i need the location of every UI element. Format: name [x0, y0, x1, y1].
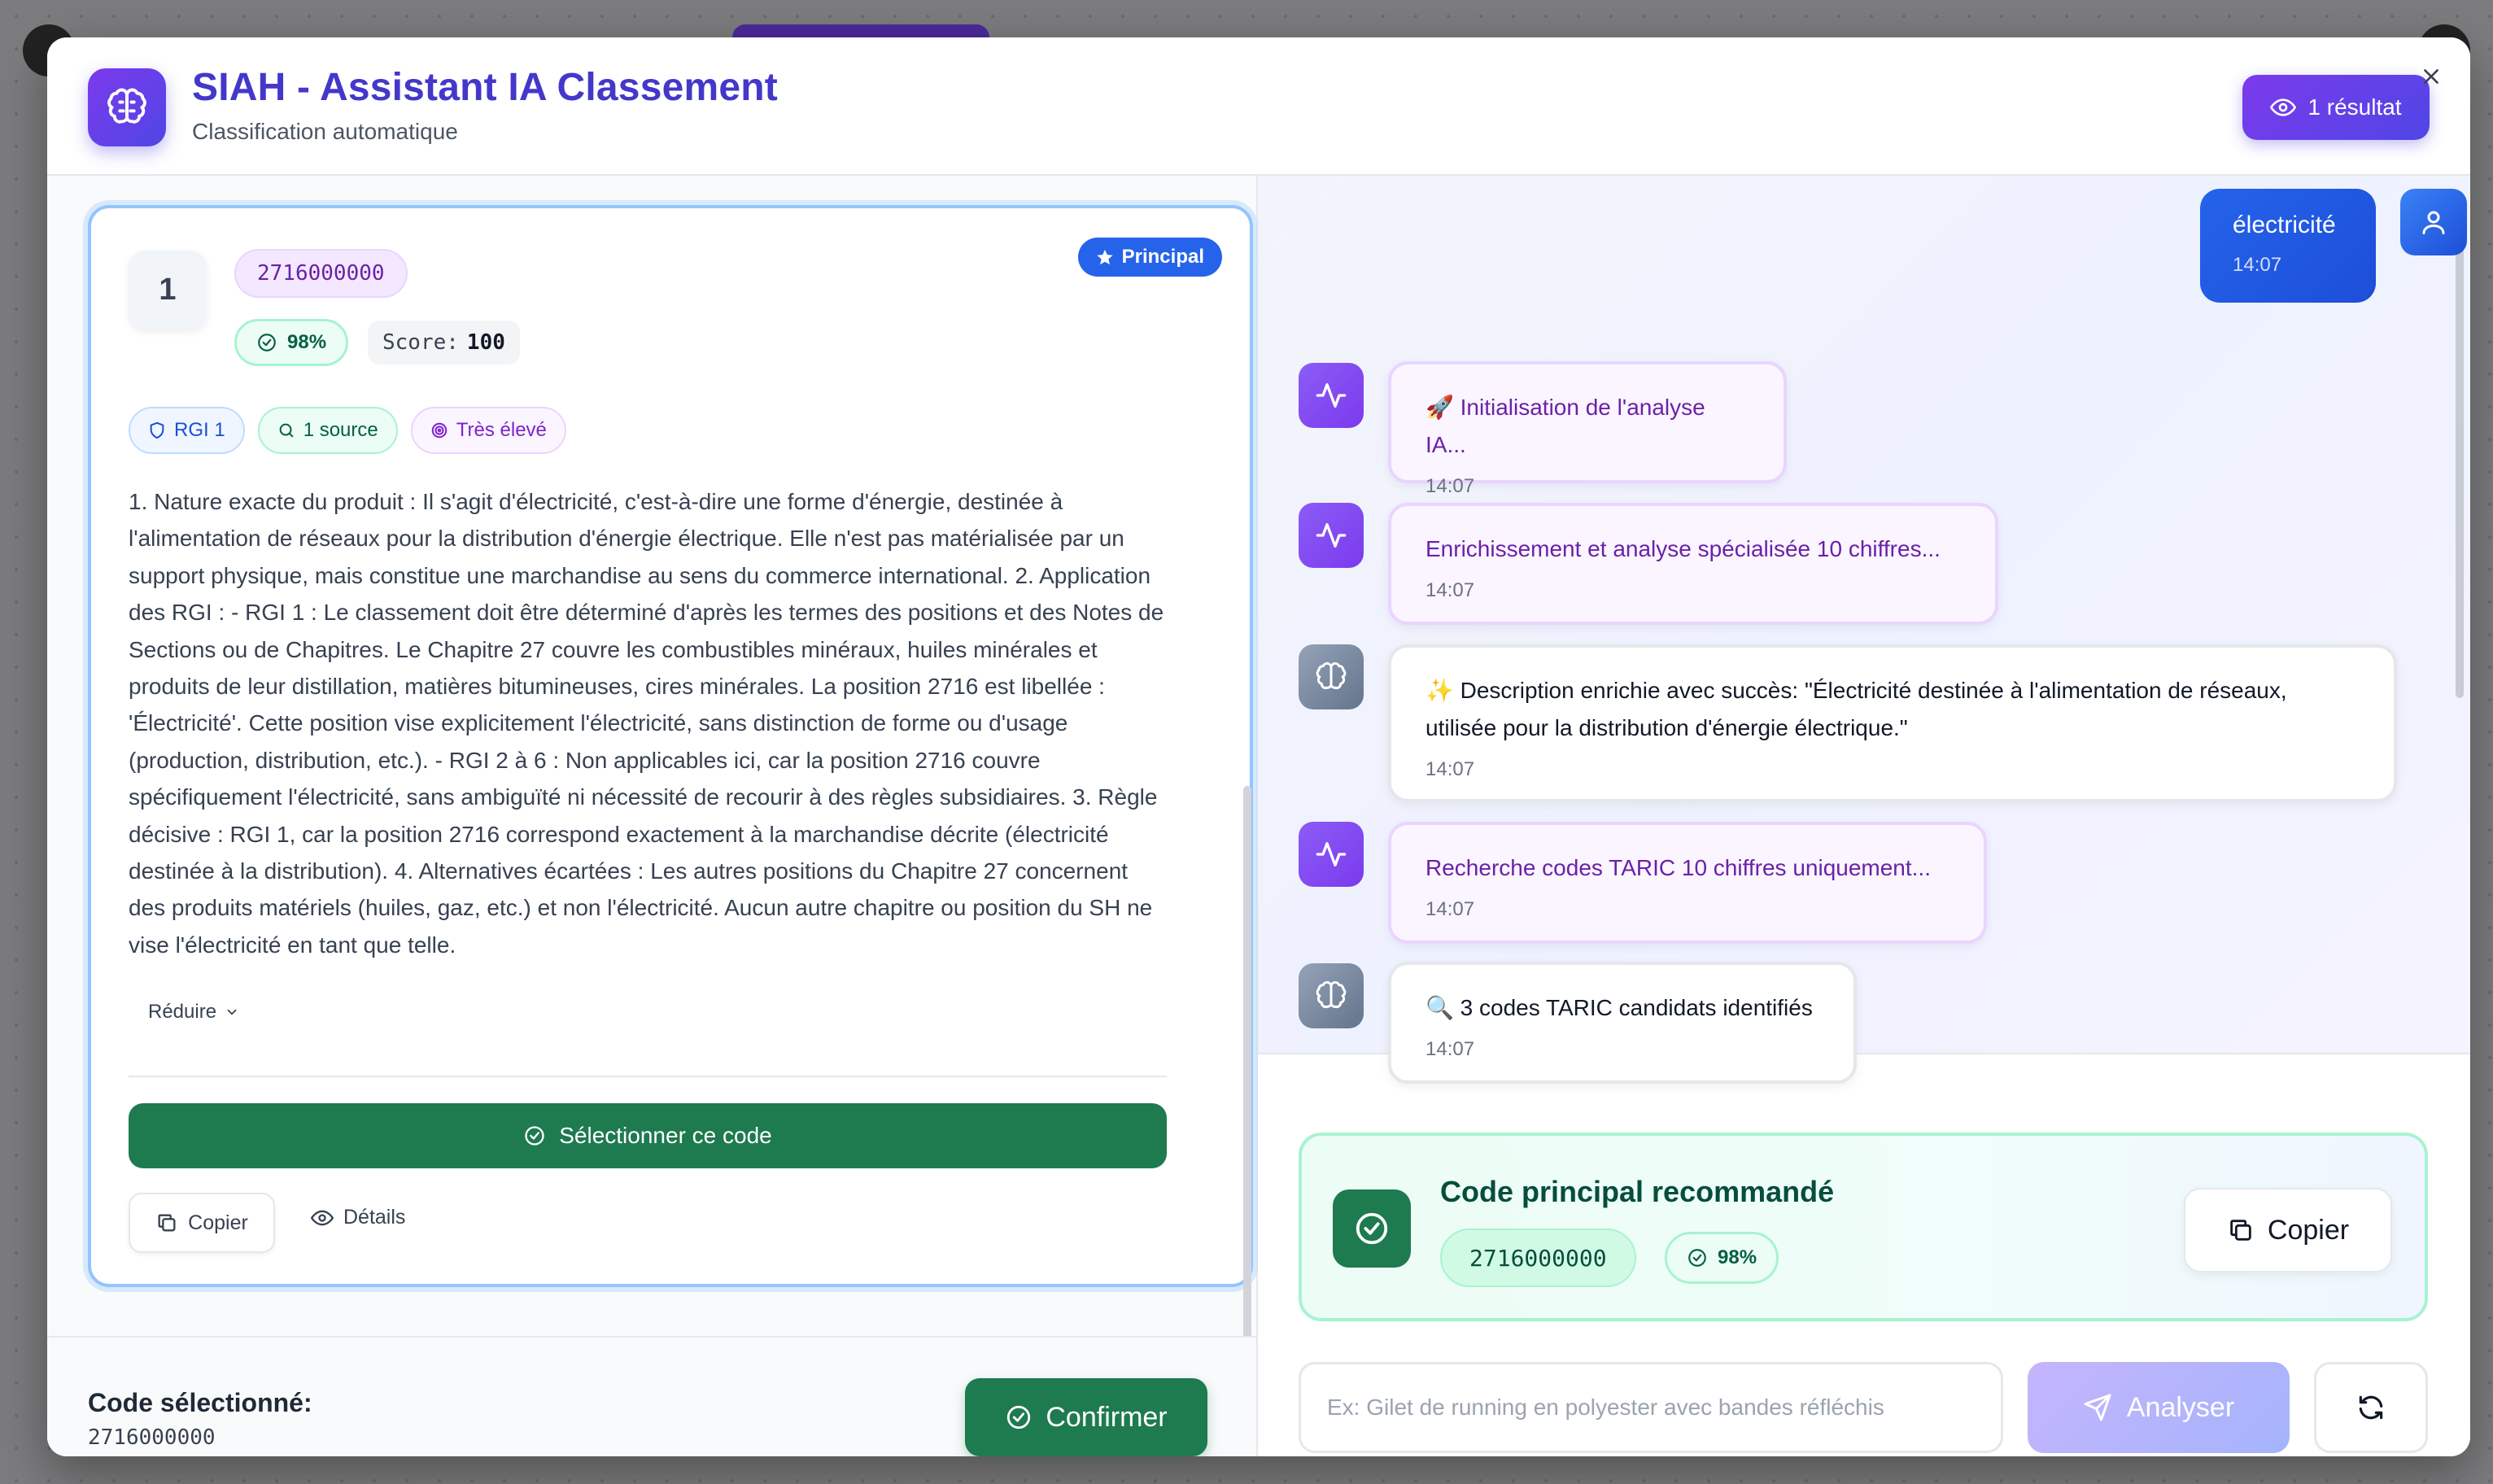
- refresh-icon: [2355, 1392, 2386, 1423]
- score-badge: Score: 100: [368, 321, 520, 364]
- recommendation-confidence-value: 98%: [1718, 1246, 1757, 1268]
- analyze-label: Analyser: [2126, 1391, 2235, 1423]
- activity-icon: [1299, 363, 1364, 428]
- copy-recommended-label: Copier: [2267, 1214, 2350, 1246]
- select-code-button[interactable]: Sélectionner ce code: [129, 1103, 1167, 1168]
- recommended-code: 2716000000: [1440, 1229, 1636, 1287]
- chat-message: 🔍 3 codes TARIC candidats identifiés 14:…: [1388, 962, 1857, 1084]
- confirm-label: Confirmer: [1046, 1401, 1168, 1433]
- target-icon: [430, 421, 448, 439]
- select-code-label: Sélectionner ce code: [559, 1123, 772, 1148]
- chevron-down-icon: [225, 1005, 239, 1019]
- chat-history: électricité 14:07 🚀 Initialisation de l'…: [1258, 176, 2470, 1084]
- check-circle-icon: [523, 1124, 546, 1147]
- check-circle-icon: [1333, 1189, 1411, 1268]
- classification-modal: SIAH - Assistant IA Classement Classific…: [47, 37, 2470, 1456]
- refresh-button[interactable]: [2314, 1362, 2428, 1453]
- chat-panel: électricité 14:07 🚀 Initialisation de l'…: [1258, 176, 2470, 1456]
- search-icon: [277, 421, 295, 439]
- user-message-text: électricité: [2233, 212, 2336, 238]
- modal-header: SIAH - Assistant IA Classement Classific…: [47, 37, 2470, 176]
- results-panel: 1 2716000000 98% Score: 100 Principal RG…: [47, 176, 1258, 1456]
- confidence-value: 98%: [287, 331, 327, 353]
- copy-icon: [155, 1211, 178, 1234]
- tag-list: RGI 1 1 source Très élevé: [129, 407, 566, 454]
- rgi-tag: RGI 1: [129, 407, 245, 454]
- chat-message-time: 14:07: [1426, 475, 1475, 497]
- chat-message-text: Recherche codes TARIC 10 chiffres unique…: [1426, 855, 1931, 880]
- check-circle-icon: [256, 332, 277, 353]
- product-description-input[interactable]: [1299, 1362, 2003, 1453]
- chat-message-time: 14:07: [1426, 1038, 1475, 1060]
- confirm-button[interactable]: Confirmer: [965, 1378, 1207, 1456]
- level-tag: Très élevé: [410, 407, 566, 454]
- card-divider: [129, 1076, 1167, 1077]
- chat-message: Enrichissement et analyse spécialisée 10…: [1388, 503, 1998, 625]
- principal-badge: Principal: [1077, 238, 1222, 277]
- principal-label: Principal: [1121, 246, 1204, 268]
- result-code: 2716000000: [234, 249, 408, 298]
- recommendation-box: Code principal recommandé 2716000000 98%…: [1299, 1133, 2428, 1321]
- star-icon: [1096, 248, 1114, 266]
- modal-title: SIAH - Assistant IA Classement: [192, 66, 778, 109]
- brain-icon: [1299, 644, 1364, 709]
- copy-recommended-button[interactable]: Copier: [2184, 1188, 2392, 1272]
- details-label: Détails: [343, 1206, 406, 1229]
- eye-icon: [311, 1207, 334, 1229]
- source-tag: 1 source: [257, 407, 398, 454]
- check-circle-icon: [1687, 1247, 1708, 1268]
- chat-message-text: 🔍 3 codes TARIC candidats identifiés: [1426, 995, 1813, 1020]
- score-label: Score:: [382, 330, 459, 355]
- send-icon: [2083, 1393, 2112, 1422]
- copy-label: Copier: [188, 1211, 248, 1234]
- check-circle-icon: [1005, 1403, 1033, 1431]
- chat-message-text: 🚀 Initialisation de l'analyse IA...: [1426, 395, 1705, 457]
- results-button[interactable]: 1 résultat: [2242, 75, 2430, 140]
- score-value: 100: [466, 330, 505, 355]
- modal-subtitle: Classification automatique: [192, 119, 458, 144]
- chat-message-text: ✨ Description enrichie avec succès: "Éle…: [1426, 678, 2287, 740]
- recommendation-confidence: 98%: [1665, 1232, 1779, 1284]
- details-button[interactable]: Détails: [311, 1206, 405, 1229]
- left-scrollbar[interactable]: [1243, 786, 1251, 1429]
- result-rank: 1: [129, 251, 207, 329]
- result-card[interactable]: 1 2716000000 98% Score: 100 Principal RG…: [88, 205, 1253, 1287]
- copy-button[interactable]: Copier: [129, 1193, 275, 1253]
- chat-message: Recherche codes TARIC 10 chiffres unique…: [1388, 822, 1987, 944]
- analyze-button[interactable]: Analyser: [2028, 1362, 2290, 1453]
- shield-icon: [148, 421, 166, 439]
- user-avatar-icon: [2400, 189, 2467, 255]
- reduce-toggle[interactable]: Réduire: [148, 1001, 239, 1024]
- copy-icon: [2227, 1216, 2255, 1244]
- recommendation-title: Code principal recommandé: [1440, 1175, 1835, 1208]
- selected-code-label: Code sélectionné:: [88, 1388, 312, 1417]
- chat-message-time: 14:07: [1426, 758, 1475, 780]
- classification-explanation: 1. Nature exacte du produit : Il s'agit …: [129, 489, 1164, 958]
- activity-icon: [1299, 503, 1364, 568]
- chat-message: 🚀 Initialisation de l'analyse IA... 14:0…: [1388, 361, 1787, 497]
- user-message: électricité 14:07: [2200, 189, 2376, 303]
- user-message-time: 14:07: [2233, 254, 2282, 276]
- brain-logo-icon: [88, 68, 166, 146]
- eye-icon: [2270, 94, 2297, 120]
- rgi-tag-label: RGI 1: [174, 419, 225, 441]
- chat-message: ✨ Description enrichie avec succès: "Éle…: [1388, 644, 2397, 802]
- confidence-badge: 98%: [234, 319, 349, 366]
- source-tag-label: 1 source: [303, 419, 378, 441]
- selection-footer: Code sélectionné: 2716000000 Confirmer: [47, 1336, 1256, 1456]
- activity-icon: [1299, 822, 1364, 887]
- brain-icon: [1299, 963, 1364, 1028]
- results-label: 1 résultat: [2307, 94, 2402, 120]
- chat-scrollbar[interactable]: [2456, 194, 2464, 698]
- chat-message-text: Enrichissement et analyse spécialisée 10…: [1426, 536, 1941, 561]
- close-icon[interactable]: [2417, 62, 2446, 91]
- chat-message-time: 14:07: [1426, 898, 1475, 920]
- chat-message-time: 14:07: [1426, 579, 1475, 601]
- level-tag-label: Très élevé: [456, 419, 547, 441]
- reduce-label: Réduire: [148, 1001, 217, 1023]
- selected-code-value: 2716000000: [88, 1425, 216, 1450]
